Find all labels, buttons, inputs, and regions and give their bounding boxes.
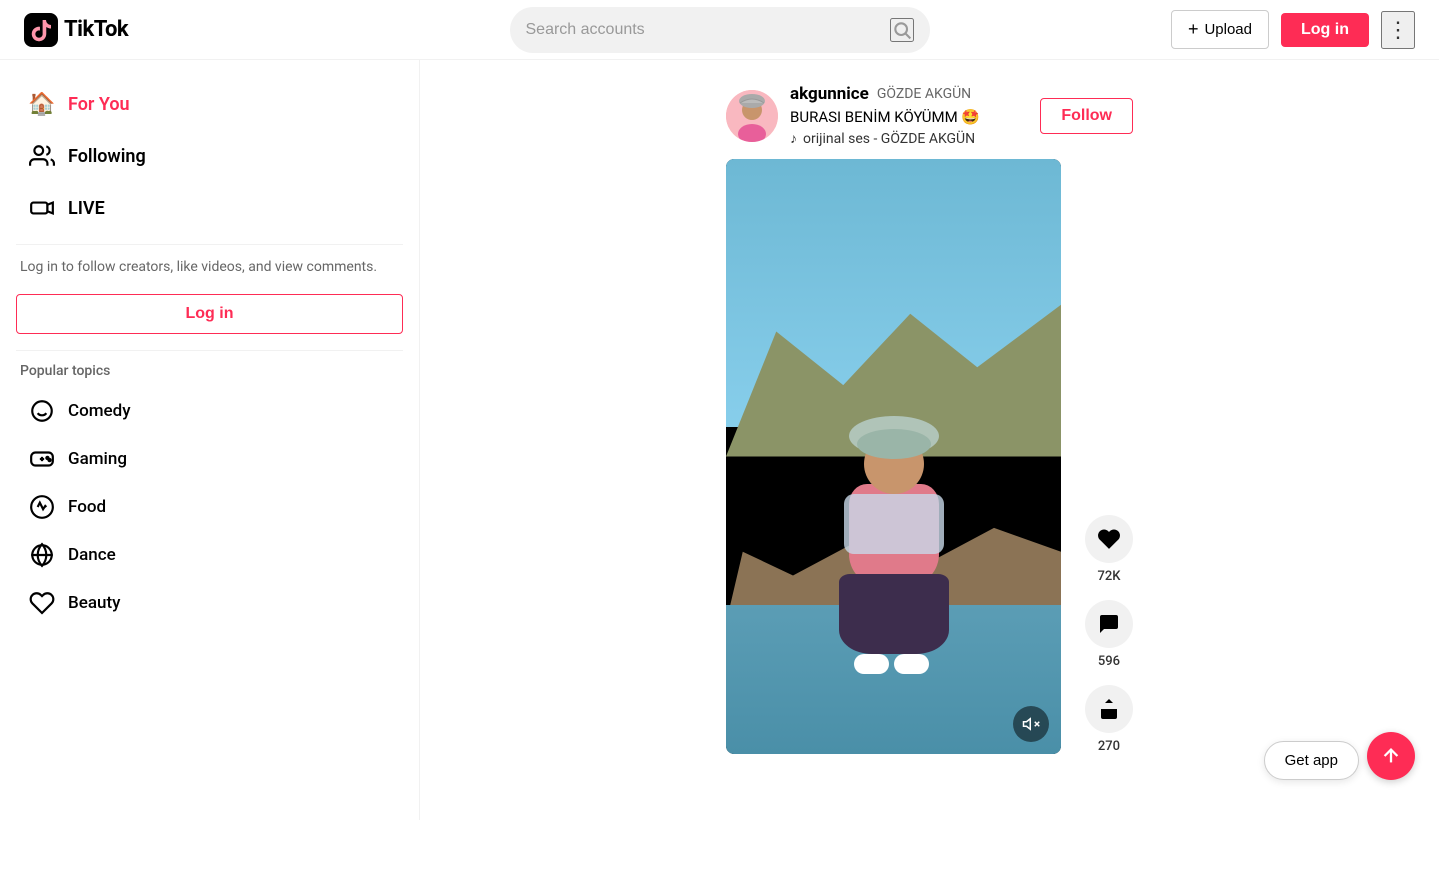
display-name: GÖZDE AKGÜN	[877, 86, 971, 102]
header-login-button[interactable]: Log in	[1281, 13, 1369, 47]
beauty-icon	[28, 589, 56, 617]
share-circle	[1085, 685, 1133, 733]
popular-topics-title: Popular topics	[20, 363, 399, 379]
content-area: akgunnice GÖZDE AKGÜN BURASI BENİM KÖYÜM…	[420, 60, 1439, 820]
main-nav: 🏠 For You Following	[16, 80, 403, 232]
comment-circle	[1085, 600, 1133, 648]
plus-icon: +	[1188, 19, 1199, 40]
video-meta-header: akgunnice GÖZDE AKGÜN BURASI BENİM KÖYÜM…	[726, 84, 1133, 147]
topic-dance[interactable]: Dance	[16, 531, 403, 579]
sound-name: orijinal ses - GÖZDE AKGÜN	[803, 131, 975, 147]
sidebar-item-live[interactable]: LIVE	[16, 184, 403, 232]
sidebar-login-button[interactable]: Log in	[16, 294, 403, 334]
gaming-icon	[28, 445, 56, 473]
logo-text: TikTok	[64, 17, 128, 42]
upload-button[interactable]: + Upload	[1171, 10, 1269, 49]
video-feed: akgunnice GÖZDE AKGÜN BURASI BENİM KÖYÜM…	[726, 84, 1133, 796]
main-layout: 🏠 For You Following	[0, 60, 1439, 820]
comment-icon	[1097, 612, 1121, 636]
music-note-icon: ♪	[790, 130, 797, 147]
comment-count: 596	[1098, 654, 1120, 669]
logo[interactable]: TikTok	[24, 13, 128, 47]
comment-button[interactable]: 596	[1085, 600, 1133, 669]
share-icon	[1097, 697, 1121, 721]
side-actions: 72K 596	[1085, 507, 1133, 754]
topic-food[interactable]: Food	[16, 483, 403, 531]
sidebar-item-for-you[interactable]: 🏠 For You	[16, 80, 403, 128]
login-prompt-text: Log in to follow creators, like videos, …	[16, 257, 403, 278]
video-container[interactable]	[726, 159, 1061, 754]
video-sound: ♪ orijinal ses - GÖZDE AKGÜN	[790, 130, 1028, 147]
heart-icon	[1097, 527, 1121, 551]
tiktok-logo-icon	[24, 13, 58, 47]
video-with-actions: 72K 596	[726, 159, 1133, 754]
following-icon	[28, 142, 56, 170]
header: TikTok + Upload Log in ⋮	[0, 0, 1439, 60]
comedy-icon	[28, 397, 56, 425]
search-icon	[892, 20, 912, 40]
food-icon	[28, 493, 56, 521]
comedy-label: Comedy	[68, 401, 131, 421]
share-button[interactable]: 270	[1085, 685, 1133, 754]
sidebar: 🏠 For You Following	[0, 60, 420, 820]
get-app-button[interactable]: Get app	[1264, 741, 1359, 780]
sidebar-divider-2	[16, 350, 403, 351]
beauty-label: Beauty	[68, 593, 120, 613]
arrow-up-icon	[1380, 745, 1402, 767]
username: akgunnice	[790, 84, 869, 104]
person-figure	[829, 434, 959, 674]
dance-label: Dance	[68, 545, 116, 565]
gaming-label: Gaming	[68, 449, 127, 469]
live-icon	[28, 194, 56, 222]
search-button[interactable]	[890, 18, 914, 42]
following-label: Following	[68, 146, 146, 167]
scroll-to-top-button[interactable]	[1367, 732, 1415, 780]
dance-icon	[28, 541, 56, 569]
topic-gaming[interactable]: Gaming	[16, 435, 403, 483]
share-count: 270	[1098, 739, 1120, 754]
home-icon: 🏠	[28, 90, 56, 118]
sidebar-divider-1	[16, 244, 403, 245]
follow-button[interactable]: Follow	[1040, 98, 1133, 134]
live-label: LIVE	[68, 198, 105, 219]
mute-button[interactable]	[1013, 706, 1049, 742]
avatar-image	[726, 90, 778, 142]
search-input[interactable]	[526, 21, 882, 39]
like-button[interactable]: 72K	[1085, 515, 1133, 584]
video-caption: BURASI BENİM KÖYÜMM 🤩	[790, 108, 1028, 126]
topic-comedy[interactable]: Comedy	[16, 387, 403, 435]
for-you-label: For You	[68, 94, 130, 115]
more-options-button[interactable]: ⋮	[1381, 11, 1415, 49]
avatar[interactable]	[726, 90, 778, 142]
video-info: akgunnice GÖZDE AKGÜN BURASI BENİM KÖYÜM…	[790, 84, 1028, 147]
header-actions: + Upload Log in ⋮	[1171, 10, 1415, 49]
like-count: 72K	[1098, 569, 1121, 584]
topic-beauty[interactable]: Beauty	[16, 579, 403, 627]
search-bar	[510, 7, 930, 53]
username-row: akgunnice GÖZDE AKGÜN	[790, 84, 1028, 104]
video-card: akgunnice GÖZDE AKGÜN BURASI BENİM KÖYÜM…	[726, 84, 1133, 754]
like-circle	[1085, 515, 1133, 563]
mute-icon	[1022, 715, 1040, 733]
food-label: Food	[68, 497, 106, 517]
video-scene	[726, 159, 1061, 754]
sidebar-item-following[interactable]: Following	[16, 132, 403, 180]
